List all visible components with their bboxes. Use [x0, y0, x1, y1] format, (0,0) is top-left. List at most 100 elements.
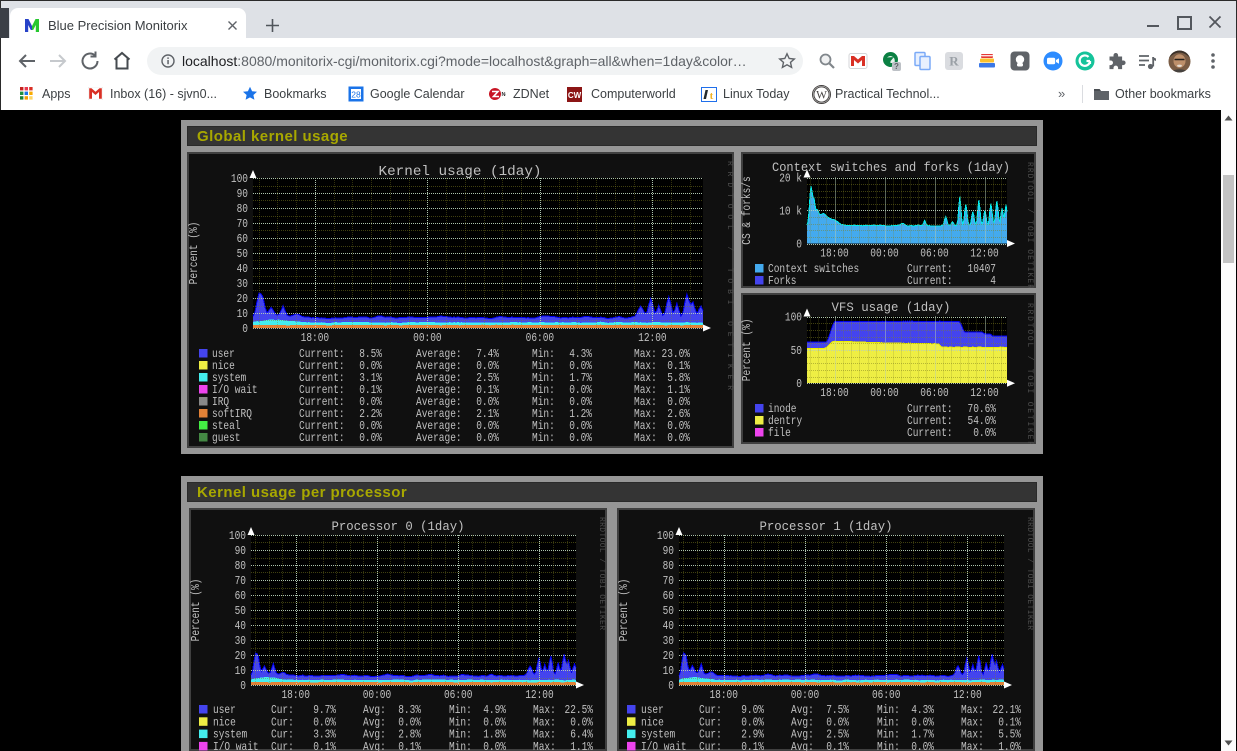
svg-text:06:00: 06:00: [444, 688, 473, 702]
svg-text:0.0%: 0.0%: [569, 431, 592, 445]
svg-text:00:00: 00:00: [363, 688, 392, 702]
svg-text:Average:: Average:: [416, 431, 462, 445]
svg-text:06:00: 06:00: [920, 247, 949, 261]
svg-text:0.1%: 0.1%: [826, 740, 849, 751]
svg-text:00:00: 00:00: [870, 386, 899, 400]
svg-text:18:00: 18:00: [820, 386, 849, 400]
svg-text:I/O wait: I/O wait: [641, 740, 687, 751]
svg-text:Max:: Max:: [533, 740, 556, 751]
svg-text:Kernel usage (1day): Kernel usage (1day): [379, 165, 542, 180]
svg-text:0.0%: 0.0%: [667, 431, 690, 445]
svg-text:0.1%: 0.1%: [398, 740, 421, 751]
svg-text:20: 20: [235, 649, 246, 663]
svg-text:10: 10: [663, 664, 674, 678]
svg-text:12:00: 12:00: [970, 247, 999, 261]
svg-text:Current:: Current:: [907, 426, 953, 440]
svg-text:VFS usage (1day): VFS usage (1day): [832, 301, 951, 315]
svg-text:30: 30: [237, 277, 248, 291]
svg-text:Cur:: Cur:: [271, 740, 294, 751]
svg-text:100: 100: [229, 529, 246, 543]
svg-text:0: 0: [668, 679, 674, 693]
svg-text:60: 60: [663, 589, 674, 603]
svg-text:40: 40: [237, 262, 248, 276]
svg-text:Percent (%): Percent (%): [617, 579, 631, 642]
svg-text:1.1%: 1.1%: [570, 740, 593, 751]
svg-text:Percent (%): Percent (%): [187, 222, 201, 285]
svg-text:1.0%: 1.0%: [998, 740, 1021, 751]
svg-text:50: 50: [237, 247, 248, 261]
svg-text:100: 100: [657, 529, 674, 543]
svg-text:60: 60: [235, 589, 246, 603]
svg-text:70: 70: [663, 574, 674, 588]
svg-text:70: 70: [237, 217, 248, 231]
svg-text:RRDTOOL / TOBI OETIKER: RRDTOOL / TOBI OETIKER: [1025, 517, 1034, 630]
svg-text:Current:: Current:: [907, 274, 953, 288]
svg-text:80: 80: [237, 202, 248, 216]
svg-text:0.0%: 0.0%: [483, 740, 506, 751]
svg-text:10: 10: [235, 664, 246, 678]
svg-text:Min:: Min:: [877, 740, 900, 751]
svg-text:0.0%: 0.0%: [359, 431, 382, 445]
svg-text:0.0%: 0.0%: [911, 740, 934, 751]
svg-text:CW: CW: [568, 91, 582, 100]
svg-text:30: 30: [663, 634, 674, 648]
svg-text:18:00: 18:00: [281, 688, 310, 702]
svg-text:00:00: 00:00: [870, 247, 899, 261]
svg-text:50: 50: [663, 604, 674, 618]
svg-text:Percent (%): Percent (%): [189, 579, 203, 642]
svg-text:30: 30: [235, 634, 246, 648]
svg-text:0.0%: 0.0%: [476, 431, 499, 445]
svg-text:Avg:: Avg:: [363, 740, 386, 751]
svg-text:00:00: 00:00: [791, 688, 820, 702]
svg-text:4: 4: [990, 274, 996, 288]
svg-text:90: 90: [235, 544, 246, 558]
svg-text:12:00: 12:00: [525, 688, 554, 702]
svg-text:Processor 0 (1day): Processor 0 (1day): [332, 520, 465, 534]
svg-text:0: 0: [796, 238, 802, 252]
svg-text:guest: guest: [212, 431, 241, 445]
svg-text:06:00: 06:00: [920, 386, 949, 400]
svg-text:100: 100: [785, 311, 802, 325]
svg-text:CS & forks/s: CS & forks/s: [741, 176, 754, 244]
svg-text:40: 40: [235, 619, 246, 633]
svg-text:RRDTOOL / TOBI OETIKER: RRDTOOL / TOBI OETIKER: [1025, 303, 1034, 444]
svg-text:RRDTOOL / TOBI OETIKER: RRDTOOL / TOBI OETIKER: [597, 517, 606, 630]
svg-text:Max:: Max:: [634, 431, 657, 445]
svg-text:20: 20: [663, 649, 674, 663]
svg-text:18:00: 18:00: [709, 688, 738, 702]
svg-text:0.1%: 0.1%: [313, 740, 336, 751]
svg-text:file: file: [768, 426, 791, 440]
svg-text:0: 0: [242, 322, 248, 336]
svg-text:I/O wait: I/O wait: [213, 740, 259, 751]
svg-text:12:00: 12:00: [970, 386, 999, 400]
svg-text:50: 50: [235, 604, 246, 618]
svg-text:00:00: 00:00: [413, 331, 442, 345]
svg-text:20 k: 20 k: [779, 172, 802, 186]
svg-text:90: 90: [663, 544, 674, 558]
svg-text:Percent (%): Percent (%): [741, 319, 754, 382]
svg-text:10 k: 10 k: [779, 205, 802, 219]
svg-text:80: 80: [235, 559, 246, 573]
svg-text:70: 70: [235, 574, 246, 588]
svg-text:90: 90: [237, 187, 248, 201]
svg-text:Processor 1 (1day): Processor 1 (1day): [760, 520, 893, 534]
svg-text:Current:: Current:: [299, 431, 345, 445]
svg-text:12:00: 12:00: [638, 331, 667, 345]
svg-text:18:00: 18:00: [301, 331, 330, 345]
svg-text:W: W: [816, 90, 827, 102]
svg-text:Min:: Min:: [449, 740, 472, 751]
svg-text:40: 40: [663, 619, 674, 633]
svg-text:10: 10: [237, 307, 248, 321]
svg-text:80: 80: [663, 559, 674, 573]
svg-text:0: 0: [796, 377, 802, 391]
svg-text:18:00: 18:00: [820, 247, 849, 261]
svg-text:0.1%: 0.1%: [741, 740, 764, 751]
svg-text:t: t: [710, 90, 714, 102]
svg-text:0: 0: [240, 679, 246, 693]
svg-text:28: 28: [351, 90, 361, 100]
svg-text:06:00: 06:00: [526, 331, 555, 345]
svg-text:Forks: Forks: [768, 274, 797, 288]
svg-text:0.0%: 0.0%: [973, 426, 996, 440]
svg-text:12:00: 12:00: [953, 688, 982, 702]
svg-text:50: 50: [791, 344, 802, 358]
